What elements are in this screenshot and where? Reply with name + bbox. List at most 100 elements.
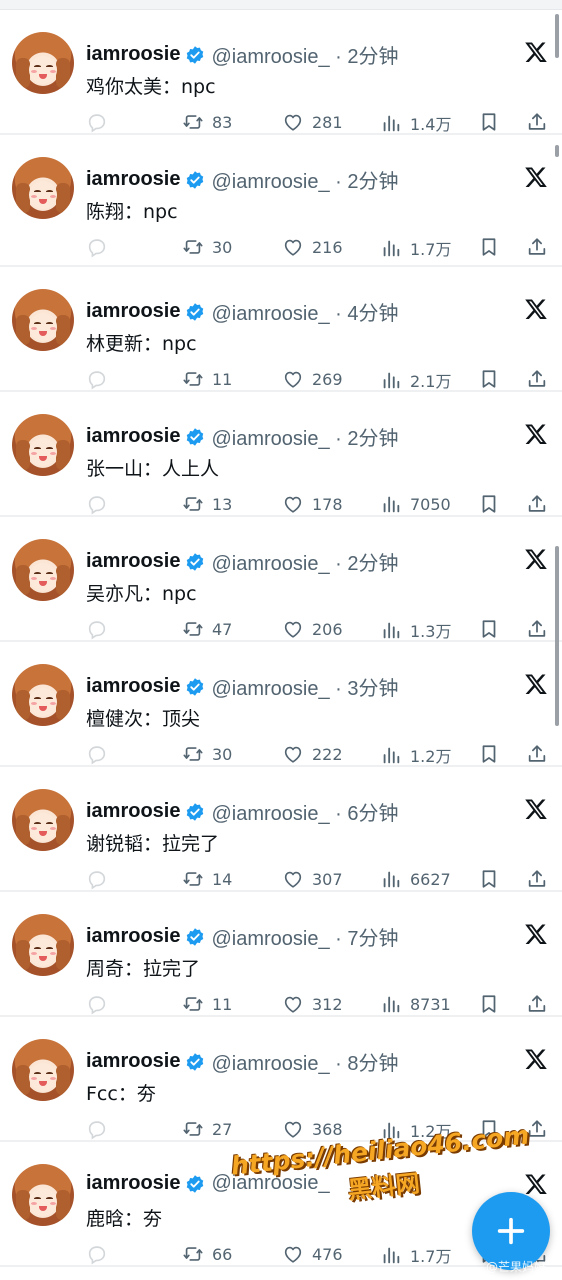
share-button[interactable] [526,743,548,765]
views-button[interactable]: 8731 [380,993,451,1015]
like-button[interactable]: 476 [282,1243,343,1265]
tweet[interactable]: iamroosie @iamroosie_ · 3分钟 檀健次：顶尖 30 22… [0,642,562,767]
display-name[interactable]: iamroosie [86,168,180,191]
retweet-button[interactable]: 66 [182,1243,232,1265]
tweet[interactable]: iamroosie @iamroosie_ · 8分钟 Fcc：夯 27 368 [0,1017,562,1142]
retweet-button[interactable]: 27 [182,1118,232,1140]
like-button[interactable]: 368 [282,1118,343,1140]
avatar[interactable] [12,789,74,851]
retweet-button[interactable]: 47 [182,618,232,640]
avatar[interactable] [12,539,74,601]
bookmark-button[interactable] [478,111,500,133]
reply-button[interactable] [86,868,108,890]
reply-button[interactable] [86,618,108,640]
display-name[interactable]: iamroosie [86,43,180,66]
retweet-button[interactable]: 30 [182,236,232,258]
like-button[interactable]: 312 [282,993,343,1015]
reply-button[interactable] [86,993,108,1015]
tweet[interactable]: iamroosie @iamroosie_ · 7分钟 周奇：拉完了 11 31… [0,892,562,1017]
reply-button[interactable] [86,236,108,258]
share-button[interactable] [526,236,548,258]
bookmark-icon [482,370,496,388]
display-name[interactable]: iamroosie [86,1050,180,1073]
tweet[interactable]: iamroosie @iamroosie_ · 2分钟 鸡你太美：npc 83 … [0,10,562,135]
display-name[interactable]: iamroosie [86,675,180,698]
tweet[interactable]: iamroosie @iamroosie_ · 2分钟 陈翔：npc 30 21… [0,135,562,267]
retweet-button[interactable]: 13 [182,493,232,515]
share-button[interactable] [526,618,548,640]
views-button[interactable]: 6627 [380,868,451,890]
handle-and-time[interactable]: @iamroosie_ · 2分钟 [211,422,398,451]
display-name[interactable]: iamroosie [86,925,180,948]
share-button[interactable] [526,993,548,1015]
handle-and-time[interactable]: @iamroosie_ · 2分钟 [211,165,398,194]
like-button[interactable]: 178 [282,493,343,515]
avatar[interactable] [12,414,74,476]
reply-button[interactable] [86,1118,108,1140]
display-name[interactable]: iamroosie [86,425,180,448]
like-button[interactable]: 307 [282,868,343,890]
avatar[interactable] [12,157,74,219]
avatar[interactable] [12,1039,74,1101]
share-button[interactable] [526,111,548,133]
handle-and-time[interactable]: @iamroosie_ · 7分钟 [211,922,398,951]
bookmark-button[interactable] [478,993,500,1015]
handle-and-time[interactable]: @iamroosie_ · 2分钟 [211,547,398,576]
reply-button[interactable] [86,368,108,390]
display-name[interactable]: iamroosie [86,800,180,823]
bookmark-button[interactable] [478,618,500,640]
reply-button[interactable] [86,111,108,133]
handle-and-time[interactable]: @iamroosie_ · 4分钟 [211,297,398,326]
tweet-header: iamroosie @iamroosie_ · 2分钟 [86,165,399,194]
bookmark-button[interactable] [478,743,500,765]
share-button[interactable] [526,493,548,515]
display-name[interactable]: iamroosie [86,300,180,323]
views-button[interactable]: 7050 [380,493,451,515]
retweet-button[interactable]: 30 [182,743,232,765]
views-button[interactable]: 1.3万 [380,618,451,642]
reply-button[interactable] [86,493,108,515]
bookmark-button[interactable] [478,368,500,390]
avatar[interactable] [12,1164,74,1226]
avatar[interactable] [12,32,74,94]
views-button[interactable]: 2.1万 [380,368,451,392]
like-button[interactable]: 216 [282,236,343,258]
like-button[interactable]: 206 [282,618,343,640]
handle-and-time[interactable]: @iamroosie_ · 6分钟 [211,797,398,826]
views-icon [383,996,400,1013]
top-strip [0,0,562,10]
handle-and-time[interactable]: @iamroosie_ · 8分钟 [211,1047,398,1076]
bookmark-button[interactable] [478,868,500,890]
share-button[interactable] [526,868,548,890]
bookmark-button[interactable] [478,236,500,258]
reply-icon [88,496,106,515]
handle-and-time[interactable]: @iamroosie_ · 3分钟 [211,672,398,701]
handle-and-time[interactable]: @iamroosie_ · 2分钟 [211,40,398,69]
share-button[interactable] [526,368,548,390]
retweet-button[interactable]: 83 [182,111,232,133]
views-button[interactable]: 1.2万 [380,743,451,767]
retweet-button[interactable]: 11 [182,368,232,390]
display-name[interactable]: iamroosie [86,1172,180,1195]
bookmark-button[interactable] [478,493,500,515]
avatar[interactable] [12,914,74,976]
like-button[interactable]: 222 [282,743,343,765]
reply-button[interactable] [86,1243,108,1265]
avatar[interactable] [12,664,74,726]
avatar[interactable] [12,289,74,351]
reply-button[interactable] [86,743,108,765]
retweet-button[interactable]: 11 [182,993,232,1015]
display-name[interactable]: iamroosie [86,550,180,573]
tweet[interactable]: iamroosie @iamroosie_ · 2分钟 张一山：人上人 13 1… [0,392,562,517]
tweet[interactable]: iamroosie @iamroosie_ · 4分钟 林更新：npc 11 2… [0,267,562,392]
retweet-button[interactable]: 14 [182,868,232,890]
views-button[interactable]: 1.7万 [380,1243,451,1267]
like-button[interactable]: 281 [282,111,343,133]
tweet[interactable]: iamroosie @iamroosie_ · 2分钟 吴亦凡：npc 47 2… [0,517,562,642]
verified-badge-icon [187,302,204,321]
views-button[interactable]: 1.7万 [380,236,451,260]
tweet[interactable]: iamroosie @iamroosie_ · 6分钟 谢锐韬：拉完了 14 3… [0,767,562,892]
views-icon [383,115,400,132]
views-button[interactable]: 1.4万 [380,111,451,135]
like-button[interactable]: 269 [282,368,343,390]
